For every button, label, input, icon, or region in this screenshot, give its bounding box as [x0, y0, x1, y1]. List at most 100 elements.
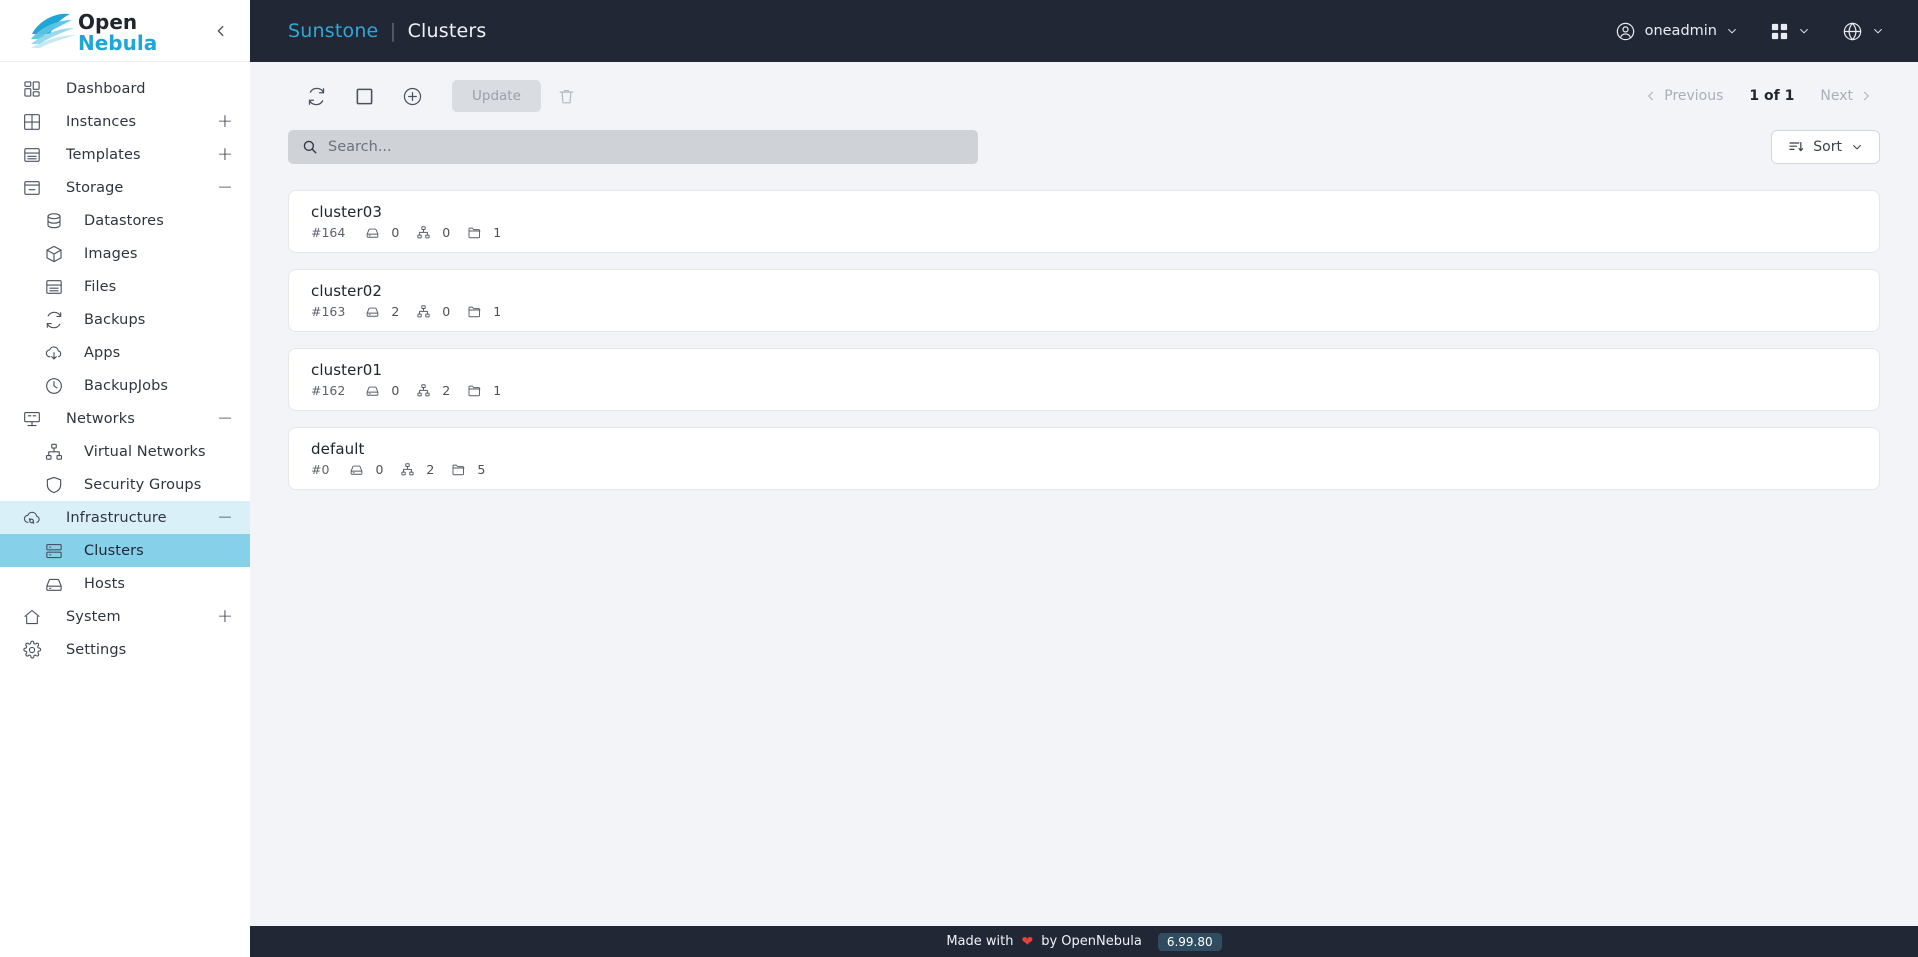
sort-button[interactable]: Sort [1771, 130, 1880, 164]
vnet-count: 0 [442, 225, 451, 240]
sidebar-item-infrastructure[interactable]: Infrastructure − [0, 501, 250, 534]
cloud-sync-icon [20, 506, 44, 530]
app-root: Open Nebula Dashboard Instances + Templates… [0, 0, 1918, 957]
sidebar-item-apps[interactable]: Apps [0, 336, 250, 369]
sidebar-item-settings[interactable]: Settings [0, 633, 250, 666]
apps-menu[interactable] [1770, 22, 1810, 41]
cluster-card[interactable]: default #0 0 2 5 [288, 427, 1880, 490]
vnet-icon [400, 462, 415, 477]
image-box-icon [42, 242, 66, 266]
page-title: Sunstone | Clusters [288, 20, 487, 42]
svg-text:Nebula: Nebula [78, 31, 157, 54]
datastore-icon [42, 209, 66, 233]
refresh-icon [308, 87, 324, 105]
sidebar-item-dashboard[interactable]: Dashboard [0, 72, 250, 105]
collapse-minus-icon[interactable]: − [216, 508, 234, 527]
search-input[interactable] [328, 139, 964, 155]
cluster-name: default [311, 440, 365, 458]
title-separator: | [389, 20, 397, 42]
sidebar-item-files[interactable]: Files [0, 270, 250, 303]
sidebar-item-datastores[interactable]: Datastores [0, 204, 250, 237]
sidebar-item-backups[interactable]: Backups [0, 303, 250, 336]
backup-refresh-icon [42, 308, 66, 332]
chevron-down-icon [1853, 144, 1861, 150]
vnet-icon [416, 304, 431, 319]
language-menu[interactable] [1842, 21, 1884, 42]
storage-icon [20, 176, 44, 200]
sidebar-nav: Dashboard Instances + Templates + Storage − Dat… [0, 62, 250, 666]
sidebar-item-storage[interactable]: Storage − [0, 171, 250, 204]
expand-add-icon[interactable]: + [216, 145, 234, 164]
sidebar-item-label: BackupJobs [84, 377, 169, 394]
chevron-down-icon [1800, 28, 1808, 34]
sidebar-item-instances[interactable]: Instances + [0, 105, 250, 138]
refresh-button[interactable] [296, 76, 336, 116]
grid-apps-icon [1771, 23, 1788, 39]
collapse-minus-icon[interactable]: − [216, 409, 234, 428]
expand-add-icon[interactable]: + [216, 112, 234, 131]
sidebar-item-virtual-networks[interactable]: Virtual Networks [0, 435, 250, 468]
pagination: Previous 1 of 1 Next [1645, 88, 1880, 104]
cluster-meta: #163 2 0 1 [311, 304, 1857, 319]
create-cluster-button[interactable] [392, 76, 432, 116]
previous-page-button[interactable]: Previous [1645, 88, 1723, 104]
sidebar-item-label: Settings [66, 641, 127, 658]
update-button[interactable]: Update [452, 80, 541, 112]
user-menu[interactable]: oneadmin [1615, 21, 1738, 42]
search-box[interactable] [288, 130, 978, 164]
chevron-left-icon [1648, 91, 1654, 101]
select-all-button[interactable] [344, 76, 384, 116]
chevron-left-icon [217, 25, 224, 36]
shield-icon [42, 473, 66, 497]
user-name: oneadmin [1644, 23, 1717, 39]
expand-add-icon[interactable]: + [216, 607, 234, 626]
cluster-id: #164 [311, 225, 346, 240]
cluster-card[interactable]: cluster02 #163 2 0 1 [288, 269, 1880, 332]
host-icon [365, 225, 380, 240]
cluster-meta: #164 0 0 1 [311, 225, 1857, 240]
content-area: Update Previous 1 of 1 Next Search... So… [250, 62, 1918, 926]
page-indicator: 1 of 1 [1749, 88, 1795, 104]
cluster-card[interactable]: cluster01 #162 0 2 1 [288, 348, 1880, 411]
sidebar-item-label: Templates [66, 146, 141, 163]
collapse-minus-icon[interactable]: − [216, 178, 234, 197]
instances-icon [20, 110, 44, 134]
logo-icon: Open Nebula [31, 10, 157, 54]
vnet-count: 2 [426, 462, 435, 477]
sidebar-item-hosts[interactable]: Hosts [0, 567, 250, 600]
sidebar-item-label: Datastores [84, 212, 164, 229]
sidebar-item-networks[interactable]: Networks − [0, 402, 250, 435]
delete-button[interactable] [547, 76, 587, 116]
datastore-count: 5 [477, 462, 486, 477]
network-monitor-icon [20, 407, 44, 431]
sidebar-item-label: Networks [66, 410, 135, 427]
sidebar-item-images[interactable]: Images [0, 237, 250, 270]
clock-icon [42, 374, 66, 398]
vnet-count: 2 [442, 383, 451, 398]
cluster-server-icon [42, 539, 66, 563]
sidebar-item-backupjobs[interactable]: BackupJobs [0, 369, 250, 402]
sidebar-collapse-button[interactable] [208, 18, 234, 44]
heart-icon: ❤ [1021, 933, 1034, 950]
user-circle-icon [1616, 22, 1634, 40]
sidebar-item-templates[interactable]: Templates + [0, 138, 250, 171]
sidebar-item-security-groups[interactable]: Security Groups [0, 468, 250, 501]
search-icon [302, 139, 318, 155]
sidebar-item-clusters[interactable]: Clusters [0, 534, 250, 567]
cluster-card[interactable]: cluster03 #164 0 0 1 [288, 190, 1880, 253]
vnet-icon [416, 383, 431, 398]
host-count: 0 [391, 383, 400, 398]
globe-icon [1843, 21, 1862, 41]
cloud-download-icon [42, 341, 66, 365]
host-icon [42, 572, 66, 596]
next-page-button[interactable]: Next [1820, 88, 1872, 104]
plus-circle-icon [403, 87, 421, 105]
cluster-meta: #162 0 2 1 [311, 383, 1857, 398]
home-icon [20, 605, 44, 629]
host-icon [365, 304, 380, 319]
opennebula-logo[interactable]: Open Nebula [28, 8, 178, 54]
sidebar-item-system[interactable]: System + [0, 600, 250, 633]
square-select-icon [356, 88, 372, 104]
trash-icon [559, 89, 574, 103]
search-row: Sort [288, 130, 1880, 164]
